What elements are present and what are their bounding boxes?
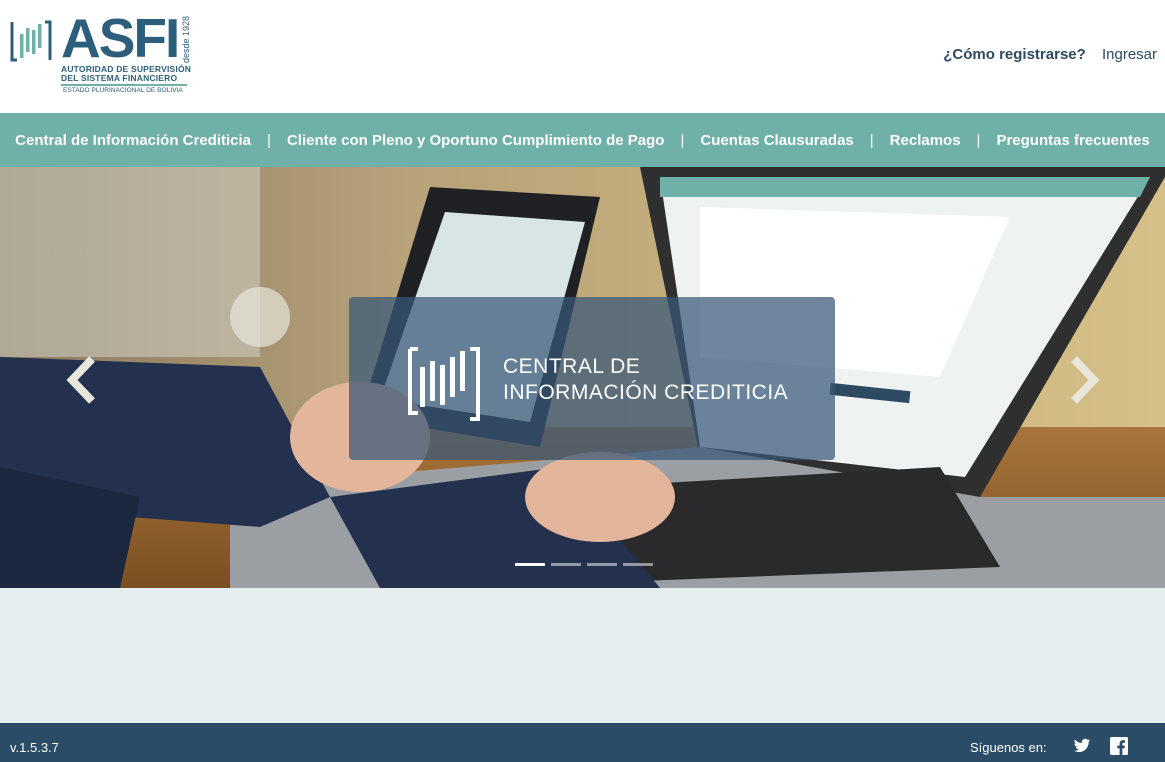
logo-line2: DEL SISTEMA FINANCIERO [61, 73, 178, 83]
chevron-left-icon[interactable] [64, 355, 100, 405]
how-to-register-link[interactable]: ¿Cómo registrarse? [943, 46, 1086, 63]
nav-item-preguntas-frecuentes[interactable]: Preguntas frecuentes [996, 132, 1149, 149]
follow-us-label: Síguenos en: [970, 740, 1047, 755]
nav-item-cuentas-clausuradas[interactable]: Cuentas Clausuradas [700, 132, 853, 149]
version-label: v.1.5.3.7 [10, 740, 59, 755]
carousel-indicator-2[interactable] [551, 563, 581, 566]
slide-caption: CENTRAL DE INFORMACIÓN CREDITICIA [349, 297, 835, 460]
twitter-icon[interactable] [1073, 737, 1091, 755]
asfi-logo-icon [408, 347, 480, 421]
asfi-logo-icon [10, 20, 52, 62]
login-link[interactable]: Ingresar [1102, 46, 1157, 63]
carousel-indicator-3[interactable] [587, 563, 617, 566]
caption-line1: CENTRAL DE [503, 355, 641, 378]
carousel-indicators [515, 563, 659, 566]
logo-divider [61, 84, 187, 86]
logo-since: desde 1928 [181, 16, 191, 64]
caption-line2: INFORMACIÓN CREDITICIA [503, 381, 789, 404]
logo-line3: ESTADO PLURINACIONAL DE BOLIVIA [63, 87, 183, 94]
chevron-right-icon[interactable] [1066, 355, 1102, 405]
footer: v.1.5.3.7 Síguenos en: [0, 723, 1165, 762]
carousel-indicator-4[interactable] [623, 563, 653, 566]
nav-separator: | [976, 131, 981, 149]
nav-item-cliente-cumplimiento[interactable]: Cliente con Pleno y Oportuno Cumplimient… [287, 132, 665, 149]
facebook-icon[interactable] [1110, 737, 1128, 755]
carousel-indicator-1[interactable] [515, 563, 545, 566]
asfi-logo[interactable]: ASFI desde 1928 AUTORIDAD DE SUPERVISIÓN… [9, 8, 194, 98]
main-nav: Central de Información Crediticia | Clie… [0, 113, 1165, 167]
nav-separator: | [869, 131, 874, 149]
nav-item-central-info[interactable]: Central de Información Crediticia [15, 132, 251, 149]
nav-item-reclamos[interactable]: Reclamos [890, 132, 961, 149]
nav-separator: | [680, 131, 685, 149]
nav-separator: | [267, 131, 271, 149]
hero-carousel: CENTRAL DE INFORMACIÓN CREDITICIA [0, 167, 1165, 588]
logo-wordmark: ASFI [61, 7, 180, 69]
top-links: ¿Cómo registrarse? Ingresar [931, 46, 1157, 63]
header: ASFI desde 1928 AUTORIDAD DE SUPERVISIÓN… [0, 0, 1165, 113]
caption-text: CENTRAL DE INFORMACIÓN CREDITICIA [503, 354, 788, 406]
